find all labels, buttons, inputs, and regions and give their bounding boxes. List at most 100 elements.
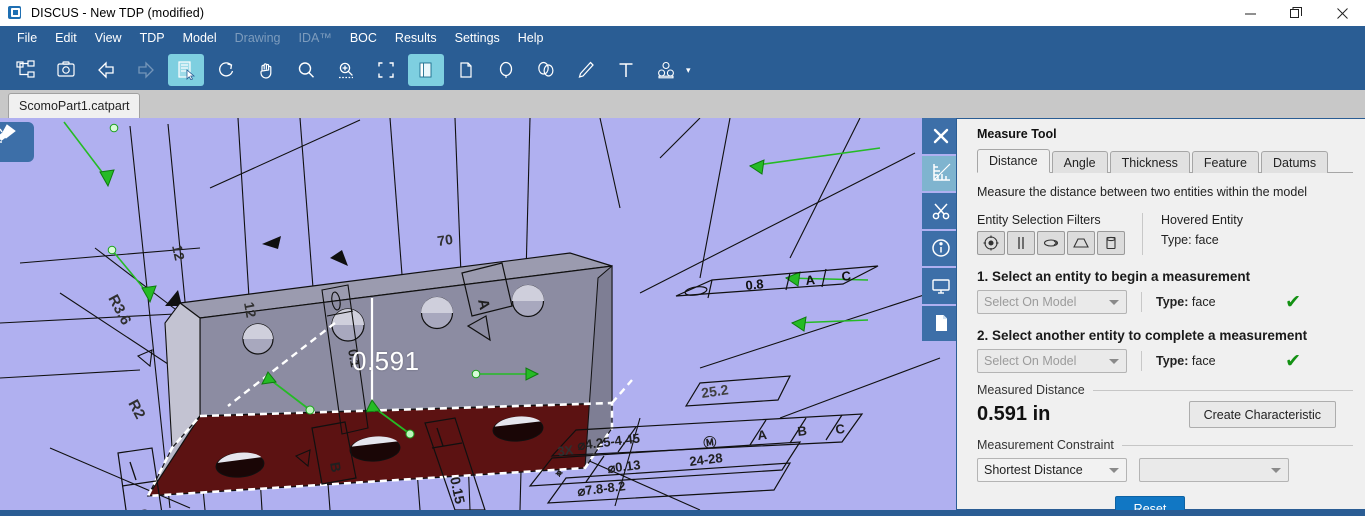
hovered-type-value: face bbox=[1195, 233, 1219, 247]
create-characteristic-button[interactable]: Create Characteristic bbox=[1188, 401, 1336, 428]
datum-c-label: C bbox=[841, 268, 853, 284]
menu-drawing: Drawing bbox=[234, 31, 281, 45]
bottom-status-strip bbox=[0, 510, 1365, 516]
measurement-constraint-group: Measurement Constraint bbox=[977, 438, 1353, 452]
tab-feature[interactable]: Feature bbox=[1191, 151, 1259, 173]
flashlight-highlight-icon bbox=[0, 124, 16, 143]
tab-angle[interactable]: Angle bbox=[1051, 151, 1108, 173]
close-panel-icon[interactable] bbox=[922, 118, 960, 154]
panel-title: Measure Tool bbox=[977, 127, 1057, 141]
depth-callout-label: 24-28 bbox=[689, 450, 724, 469]
filter-cylinder-icon[interactable] bbox=[1097, 231, 1125, 255]
step2-title: 2. Select another entity to complete a m… bbox=[977, 328, 1308, 343]
step1-entity-dropdown[interactable]: Select On Model bbox=[977, 290, 1127, 314]
measure-tool-panel: Measure Tool Distance Angle Thickness Fe… bbox=[956, 118, 1365, 516]
datum-a-label: A bbox=[805, 272, 817, 288]
tree-view-icon[interactable] bbox=[8, 54, 44, 86]
info-icon[interactable] bbox=[922, 230, 960, 266]
toolbar-overflow-caret[interactable]: ▾ bbox=[686, 65, 691, 76]
dimension-252-value: 25.2 bbox=[700, 381, 729, 401]
window-controls bbox=[1227, 0, 1365, 26]
fit-to-screen-icon[interactable] bbox=[368, 54, 404, 86]
measurement-value-label: 0.591 bbox=[352, 346, 420, 376]
menu-settings[interactable]: Settings bbox=[446, 28, 509, 48]
menu-view[interactable]: View bbox=[86, 28, 131, 48]
double-balloon-icon[interactable] bbox=[528, 54, 564, 86]
step2-entity-dropdown[interactable]: Select On Model bbox=[977, 349, 1127, 373]
document-tab[interactable]: ScomoPart1.catpart bbox=[8, 93, 141, 118]
camera-snapshot-icon[interactable] bbox=[48, 54, 84, 86]
step2-row: Select On Model Type: face ✔ bbox=[977, 349, 1353, 373]
dimension-12-a-label: 12 bbox=[169, 243, 188, 262]
zoom-window-icon[interactable] bbox=[328, 54, 364, 86]
menu-edit[interactable]: Edit bbox=[46, 28, 86, 48]
datum-c-box: C bbox=[835, 421, 847, 437]
menu-file[interactable]: File bbox=[8, 28, 46, 48]
datum-a-box: A bbox=[757, 427, 769, 443]
step2-dropdown-value: Select On Model bbox=[984, 354, 1077, 368]
tab-thickness[interactable]: Thickness bbox=[1109, 151, 1190, 173]
balloon-icon[interactable] bbox=[488, 54, 524, 86]
tab-distance[interactable]: Distance bbox=[977, 149, 1050, 173]
rotate-icon[interactable] bbox=[208, 54, 244, 86]
select-entity-icon[interactable] bbox=[168, 54, 204, 86]
icon-toolbar: ▾ bbox=[0, 50, 1365, 90]
filter-line-icon[interactable] bbox=[1007, 231, 1035, 255]
step1-dropdown-value: Select On Model bbox=[984, 295, 1077, 309]
minimize-button[interactable] bbox=[1227, 0, 1273, 26]
hovered-type-label: Type: bbox=[1161, 233, 1192, 247]
close-button[interactable] bbox=[1319, 0, 1365, 26]
filter-plane-icon[interactable] bbox=[1067, 231, 1095, 255]
step1-type: Type: face bbox=[1156, 295, 1216, 309]
constraint-primary-dropdown[interactable]: Shortest Distance bbox=[977, 458, 1127, 482]
maximize-button[interactable] bbox=[1273, 0, 1319, 26]
menu-model[interactable]: Model bbox=[174, 28, 226, 48]
mmc-modifier-label: Ⓜ bbox=[703, 435, 718, 451]
step1-check-icon: ✔ bbox=[1285, 291, 1301, 313]
filter-arc-icon[interactable] bbox=[1037, 231, 1065, 255]
measured-distance-label: Measured Distance bbox=[977, 383, 1085, 397]
document-page-icon[interactable] bbox=[922, 305, 960, 341]
chevron-down-icon bbox=[1271, 468, 1281, 473]
measurement-constraint-label: Measurement Constraint bbox=[977, 438, 1114, 452]
group-divider bbox=[1092, 389, 1353, 391]
measured-result-row: 0.591 in Create Characteristic bbox=[977, 401, 1353, 428]
discus-app-icon bbox=[8, 5, 24, 21]
step2-check-icon: ✔ bbox=[1285, 350, 1301, 372]
constraint-secondary-dropdown[interactable] bbox=[1139, 458, 1289, 482]
highlight-tool-button[interactable] bbox=[0, 122, 34, 162]
layers-icon[interactable] bbox=[408, 54, 444, 86]
copy-page-icon[interactable] bbox=[448, 54, 484, 86]
application-window: DISCUS - New TDP (modified) File Edit Vi… bbox=[0, 0, 1365, 516]
monitor-display-icon[interactable] bbox=[922, 268, 960, 304]
measure-ruler-icon[interactable] bbox=[922, 155, 960, 191]
panel-tabs: Distance Angle Thickness Feature Datums bbox=[977, 149, 1353, 173]
radius-r36-label: R3.6 bbox=[104, 292, 134, 328]
tab-datums[interactable]: Datums bbox=[1261, 151, 1329, 173]
text-tool-icon[interactable] bbox=[608, 54, 644, 86]
step2-type-label: Type: bbox=[1156, 354, 1189, 368]
menu-boc[interactable]: BOC bbox=[341, 28, 386, 48]
window-title: DISCUS - New TDP (modified) bbox=[31, 6, 205, 20]
title-bar: DISCUS - New TDP (modified) bbox=[0, 0, 1365, 26]
hovered-entity-type: Type: face bbox=[1161, 233, 1243, 247]
filter-point-icon[interactable] bbox=[977, 231, 1005, 255]
menu-help[interactable]: Help bbox=[509, 28, 553, 48]
dimension-70-label: 70 bbox=[436, 231, 454, 249]
back-arrow-icon[interactable] bbox=[88, 54, 124, 86]
assembly-icon[interactable] bbox=[648, 54, 684, 86]
zoom-magnifier-icon[interactable] bbox=[288, 54, 324, 86]
step2-type: Type: face bbox=[1156, 354, 1216, 368]
pencil-annotate-icon[interactable] bbox=[568, 54, 604, 86]
menu-results[interactable]: Results bbox=[386, 28, 446, 48]
menu-tdp[interactable]: TDP bbox=[131, 28, 174, 48]
scissors-cut-icon[interactable] bbox=[922, 193, 960, 229]
chevron-down-icon bbox=[1109, 359, 1119, 364]
document-tab-strip: ScomoPart1.catpart bbox=[0, 90, 1365, 118]
pan-hand-icon[interactable] bbox=[248, 54, 284, 86]
3d-viewport[interactable]: 0.8 A C 25.2 3X ⌀4.25-4.45 Ⓜ A B C ⌖ ⌀0.… bbox=[0, 118, 956, 510]
menu-ida: IDA™ bbox=[298, 31, 332, 45]
chevron-down-icon bbox=[1109, 468, 1119, 473]
menu-bar: File Edit View TDP Model Drawing IDA™ BO… bbox=[0, 26, 1365, 50]
profile-tolerance-value: 0.8 bbox=[745, 276, 765, 293]
